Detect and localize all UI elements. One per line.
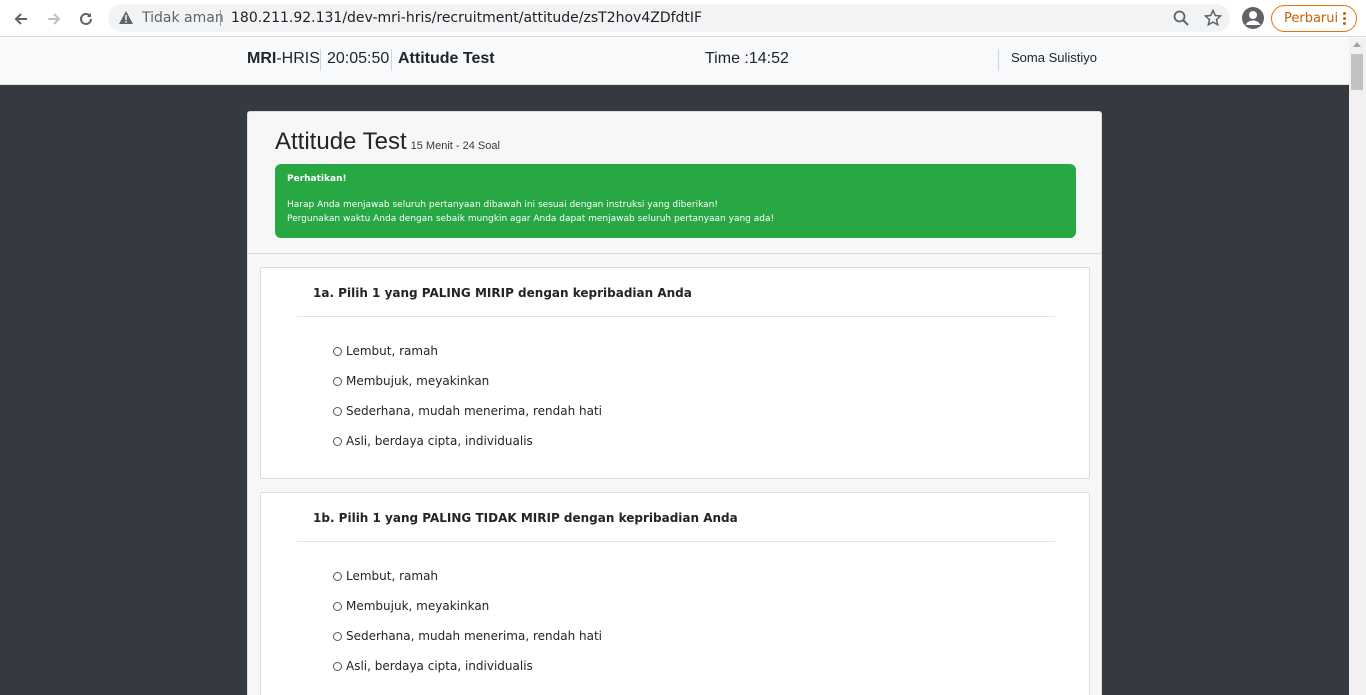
update-label: Perbarui — [1284, 11, 1339, 26]
question-card: 1a. Pilih 1 yang PALING MIRIP dengan kep… — [260, 267, 1090, 479]
radio-button[interactable] — [333, 661, 342, 671]
radio-button[interactable] — [333, 376, 342, 386]
answer-option[interactable]: Membujuk, meyakinkan — [333, 598, 489, 614]
answer-option[interactable]: Lembut, ramah — [333, 568, 438, 584]
instruction-alert: Perhatikan! Harap Anda menjawab seluruh … — [275, 164, 1076, 238]
page-title: Attitude Test — [398, 50, 495, 67]
header-divider — [320, 49, 321, 71]
header-divider — [391, 49, 392, 71]
warning-icon — [118, 10, 134, 30]
option-label: Asli, berdaya cipta, individualis — [346, 434, 533, 448]
radio-button[interactable] — [333, 601, 342, 611]
answer-option[interactable]: Sederhana, mudah menerima, rendah hati — [333, 403, 602, 419]
answer-option[interactable]: Asli, berdaya cipta, individualis — [333, 433, 533, 449]
question-divider — [297, 316, 1055, 317]
forward-arrow-icon[interactable] — [43, 8, 65, 30]
alert-title: Perhatikan! — [287, 174, 347, 184]
radio-button[interactable] — [333, 406, 342, 416]
back-arrow-icon[interactable] — [10, 8, 32, 30]
app-header: MRI-HRIS 20:05:50 Attitude Test Time :14… — [0, 37, 1366, 85]
countdown-timer: Time :14:52 — [705, 50, 789, 67]
clock-display: 20:05:50 — [327, 50, 390, 67]
test-title-text: Attitude Test — [275, 128, 407, 155]
bookmark-star-icon[interactable] — [1203, 8, 1223, 27]
profile-avatar-icon[interactable] — [1241, 6, 1265, 30]
address-bar[interactable]: Tidak aman 180.211.92.131/dev-mri-hris/r… — [108, 4, 1230, 32]
security-label[interactable]: Tidak aman — [142, 10, 224, 26]
reload-icon[interactable] — [75, 8, 97, 30]
option-label: Lembut, ramah — [346, 569, 439, 583]
radio-button[interactable] — [333, 571, 342, 581]
answer-option[interactable]: Sederhana, mudah menerima, rendah hati — [333, 628, 602, 644]
browser-toolbar: Tidak aman 180.211.92.131/dev-mri-hris/r… — [0, 0, 1366, 37]
user-name[interactable]: Soma Sulistiyo — [1011, 50, 1097, 65]
url-text[interactable]: 180.211.92.131/dev-mri-hris/recruitment/… — [231, 10, 702, 26]
test-card: Attitude Test 15 Menit - 24 Soal Perhatik… — [247, 111, 1102, 695]
update-browser-button[interactable]: Perbarui — [1271, 5, 1357, 32]
more-menu-icon — [1343, 12, 1346, 26]
alert-line: Harap Anda menjawab seluruh pertanyaan d… — [287, 200, 718, 210]
question-card: 1b. Pilih 1 yang PALING TIDAK MIRIP deng… — [260, 492, 1090, 695]
answer-option[interactable]: Asli, berdaya cipta, individualis — [333, 658, 533, 674]
option-label: Asli, berdaya cipta, individualis — [346, 659, 533, 673]
radio-button[interactable] — [333, 346, 342, 356]
page-scrollbar[interactable] — [1349, 38, 1366, 695]
scroll-up-arrow-icon[interactable] — [1353, 42, 1361, 47]
answer-option[interactable]: Membujuk, meyakinkan — [333, 373, 489, 389]
option-label: Sederhana, mudah menerima, rendah hati — [346, 404, 603, 418]
answer-option[interactable]: Lembut, ramah — [333, 343, 438, 359]
radio-button[interactable] — [333, 436, 342, 446]
alert-line: Pergunakan waktu Anda dengan sebaik mung… — [287, 214, 775, 224]
radio-button[interactable] — [333, 631, 342, 641]
question-divider — [297, 541, 1055, 542]
option-label: Membujuk, meyakinkan — [346, 599, 490, 613]
brand-bold: MRI — [247, 50, 277, 67]
app-brand[interactable]: MRI-HRIS — [247, 50, 320, 68]
option-label: Lembut, ramah — [346, 344, 439, 358]
header-divider — [998, 49, 999, 71]
zoom-icon[interactable] — [1172, 9, 1190, 27]
brand-rest: -HRIS — [276, 50, 320, 67]
option-label: Sederhana, mudah menerima, rendah hati — [346, 629, 603, 643]
question-title: 1b. Pilih 1 yang PALING TIDAK MIRIP deng… — [313, 511, 738, 525]
test-card-header: Attitude Test 15 Menit - 24 Soal Perhatik… — [248, 112, 1101, 254]
question-title: 1a. Pilih 1 yang PALING MIRIP dengan kep… — [313, 286, 692, 300]
option-label: Membujuk, meyakinkan — [346, 374, 490, 388]
address-separator — [220, 10, 221, 26]
test-subtitle: 15 Menit - 24 Soal — [410, 140, 500, 152]
scroll-thumb[interactable] — [1351, 54, 1363, 90]
test-title: Attitude Test 15 Menit - 24 Soal — [275, 128, 500, 156]
